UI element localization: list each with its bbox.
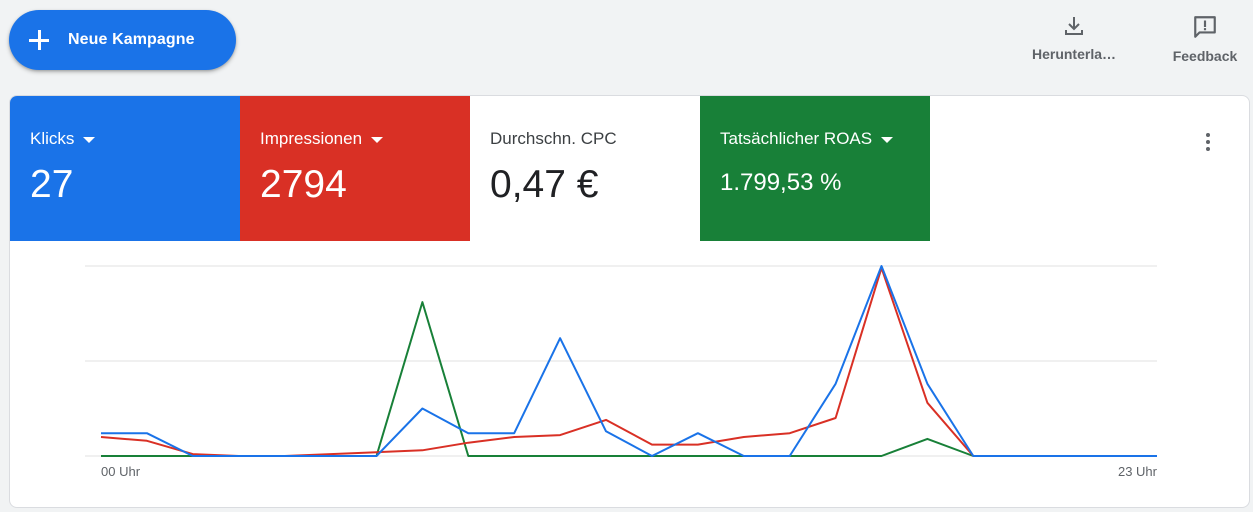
metric-value: 2794	[260, 163, 347, 206]
feedback-icon	[1194, 16, 1216, 38]
download-label: Herunterla…	[1031, 46, 1117, 62]
dropdown-caret-icon[interactable]	[881, 137, 894, 143]
performance-card: Klicks 27 Impressionen 2794 Durchschn. C…	[9, 95, 1250, 508]
more-vert-dot	[1206, 147, 1210, 151]
metric-tile-roas[interactable]: Tatsächlicher ROAS 1.799,53 %	[700, 96, 930, 241]
metric-tile-cpc[interactable]: Durchschn. CPC 0,47 €	[470, 96, 700, 241]
plus-icon	[27, 28, 51, 52]
new-campaign-label: Neue Kampagne	[68, 31, 195, 48]
metric-name: Durchschn. CPC	[490, 129, 617, 148]
metric-name: Tatsächlicher ROAS	[720, 129, 873, 148]
metric-value: 27	[30, 163, 74, 206]
metric-name: Klicks	[30, 129, 75, 148]
metric-name-row: Klicks	[30, 129, 240, 149]
metric-value: 0,47 €	[490, 163, 599, 206]
metric-tile-klicks[interactable]: Klicks 27	[10, 96, 240, 241]
dropdown-caret-icon[interactable]	[371, 137, 384, 143]
feedback-label: Feedback	[1172, 48, 1238, 64]
x-tick-label-end: 23 Uhr	[1118, 464, 1158, 479]
more-vert-icon	[1206, 133, 1210, 137]
metric-name-row: Durchschn. CPC	[490, 129, 700, 149]
performance-line-chart: 00 Uhr 23 Uhr	[85, 265, 1158, 479]
top-toolbar: Neue Kampagne Herunterla… Feedback	[0, 0, 1253, 90]
download-icon	[1065, 17, 1083, 35]
feedback-button[interactable]: Feedback	[1166, 14, 1244, 64]
more-options-button[interactable]	[1194, 128, 1222, 156]
metric-value: 1.799,53 %	[720, 169, 842, 196]
download-button[interactable]: Herunterla…	[1026, 14, 1122, 62]
more-vert-dot	[1206, 140, 1210, 144]
x-tick-label-start: 00 Uhr	[101, 464, 141, 479]
dropdown-caret-icon[interactable]	[83, 137, 96, 143]
metric-name: Impressionen	[260, 129, 363, 148]
new-campaign-button[interactable]: Neue Kampagne	[9, 10, 236, 70]
metric-tile-impressionen[interactable]: Impressionen 2794	[240, 96, 470, 241]
series-line-impressionen	[100, 266, 1157, 457]
metric-name-row: Tatsächlicher ROAS	[720, 129, 930, 149]
metric-name-row: Impressionen	[260, 129, 470, 149]
